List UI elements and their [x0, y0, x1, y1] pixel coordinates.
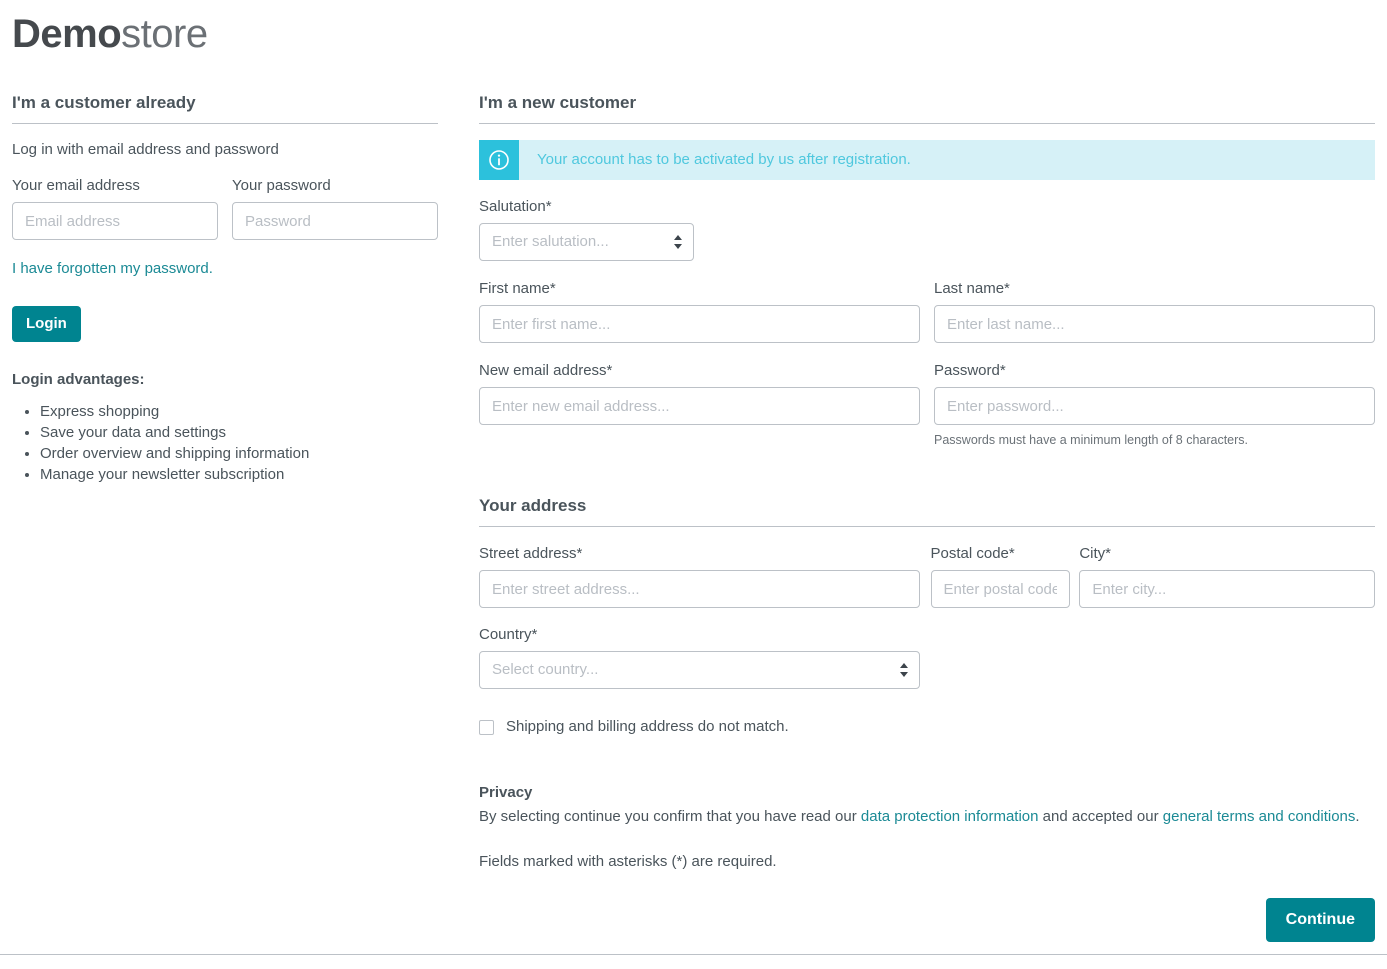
country-select-value: Select country... — [479, 651, 920, 689]
last-name-input[interactable] — [934, 305, 1375, 343]
login-password-label: Your password — [232, 177, 331, 194]
activation-info-alert: Your account has to be activated by us a… — [479, 140, 1375, 180]
new-password-label: Password* — [934, 362, 1006, 379]
new-password-group: Password* Passwords must have a minimum … — [934, 361, 1375, 449]
street-group: Street address* — [479, 544, 920, 608]
privacy-text-before: By selecting continue you confirm that y… — [479, 808, 861, 825]
city-group: City* — [1079, 544, 1375, 608]
city-label: City* — [1079, 545, 1112, 562]
logo-bold-text: Demo — [12, 12, 122, 56]
privacy-section: Privacy By selecting continue you confir… — [479, 783, 1375, 872]
login-advantages-list: Express shopping Save your data and sett… — [12, 401, 438, 485]
password-hint: Passwords must have a minimum length of … — [934, 433, 1249, 447]
alert-message: Your account has to be activated by us a… — [537, 151, 911, 168]
site-logo[interactable]: Demostore — [12, 8, 208, 60]
registration-column: I'm a new customer Your account has to b… — [479, 92, 1375, 942]
login-password-group: Your password — [232, 176, 438, 240]
postal-code-group: Postal code* — [930, 544, 1071, 608]
name-fields-row: First name* Last name* — [479, 279, 1375, 343]
list-item: Manage your newsletter subscription — [40, 464, 438, 485]
list-item: Order overview and shipping information — [40, 443, 438, 464]
postal-code-label: Postal code* — [930, 545, 1015, 562]
login-subtitle: Log in with email address and password — [12, 141, 279, 158]
street-input[interactable] — [479, 570, 920, 608]
new-email-label: New email address* — [479, 362, 613, 379]
country-group: Country* Select country... — [479, 625, 920, 689]
credentials-fields-row: New email address* Password* Passwords m… — [479, 361, 1375, 449]
data-protection-link[interactable]: data protection information — [861, 808, 1039, 825]
login-email-label: Your email address — [12, 177, 140, 194]
city-input[interactable] — [1079, 570, 1375, 608]
list-item: Save your data and settings — [40, 422, 438, 443]
login-button[interactable]: Login — [12, 306, 81, 342]
privacy-title: Privacy — [479, 784, 533, 801]
info-circle-icon — [479, 140, 519, 180]
different-shipping-label[interactable]: Shipping and billing address do not matc… — [506, 717, 789, 737]
login-password-input[interactable] — [232, 202, 438, 240]
last-name-label: Last name* — [934, 280, 1010, 297]
login-email-input[interactable] — [12, 202, 218, 240]
registration-heading-divider — [479, 123, 1375, 124]
street-label: Street address* — [479, 545, 583, 562]
privacy-text-after: . — [1355, 808, 1360, 825]
login-column: I'm a customer already Log in with email… — [12, 92, 438, 485]
new-email-input[interactable] — [479, 387, 920, 425]
address-heading: Your address — [479, 496, 587, 515]
new-email-group: New email address* — [479, 361, 920, 449]
registration-heading: I'm a new customer — [479, 93, 637, 112]
login-fields-row: Your email address Your password — [12, 176, 438, 240]
address-fields-row: Street address* Postal code* City* — [479, 544, 1375, 608]
forgot-password-link[interactable]: I have forgotten my password. — [12, 259, 213, 279]
continue-button-row: Continue — [479, 898, 1375, 942]
country-label: Country* — [479, 626, 538, 643]
first-name-input[interactable] — [479, 305, 920, 343]
first-name-label: First name* — [479, 280, 556, 297]
salutation-group: Salutation* Enter salutation... — [479, 197, 1375, 261]
login-heading: I'm a customer already — [12, 93, 196, 112]
first-name-group: First name* — [479, 279, 920, 343]
different-shipping-checkbox[interactable] — [479, 719, 494, 735]
privacy-text: By selecting continue you confirm that y… — [479, 806, 1375, 827]
country-select[interactable]: Select country... — [479, 651, 920, 689]
registration-page: Demostore I'm a customer already Log in … — [0, 0, 1387, 969]
address-heading-divider — [479, 526, 1375, 527]
address-section-header: Your address — [479, 495, 1375, 527]
login-email-group: Your email address — [12, 176, 218, 240]
new-password-input[interactable] — [934, 387, 1375, 425]
login-advantages-title: Login advantages: — [12, 371, 145, 388]
required-fields-note: Fields marked with asterisks (*) are req… — [479, 853, 777, 870]
privacy-text-middle: and accepted our — [1038, 808, 1163, 825]
list-item: Express shopping — [40, 401, 438, 422]
logo-light-text: store — [121, 12, 208, 56]
continue-button[interactable]: Continue — [1265, 898, 1375, 942]
salutation-select-value: Enter salutation... — [479, 223, 694, 261]
salutation-label: Salutation* — [479, 198, 552, 215]
postal-code-input[interactable] — [930, 570, 1071, 608]
salutation-select[interactable]: Enter salutation... — [479, 223, 694, 261]
terms-conditions-link[interactable]: general terms and conditions — [1163, 808, 1356, 825]
different-shipping-row: Shipping and billing address do not matc… — [479, 717, 1375, 737]
last-name-group: Last name* — [934, 279, 1375, 343]
login-heading-divider — [12, 123, 438, 124]
footer-divider — [0, 954, 1387, 955]
